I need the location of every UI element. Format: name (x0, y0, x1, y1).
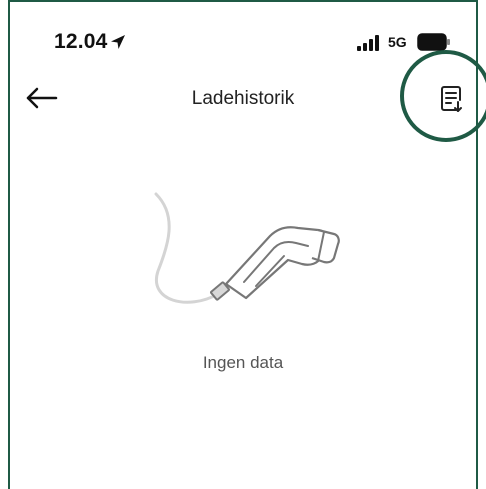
charging-plug-icon (154, 192, 340, 304)
document-download-icon (441, 86, 462, 112)
network-label: 5G (388, 34, 407, 50)
signal-icon (357, 35, 379, 51)
location-arrow-icon (111, 35, 125, 49)
page-title: Ladehistorik (191, 88, 295, 109)
empty-state-label: Ingen data (202, 353, 284, 372)
battery-icon (417, 33, 450, 51)
export-button[interactable] (436, 84, 466, 114)
status-time: 12.04 (54, 30, 108, 53)
